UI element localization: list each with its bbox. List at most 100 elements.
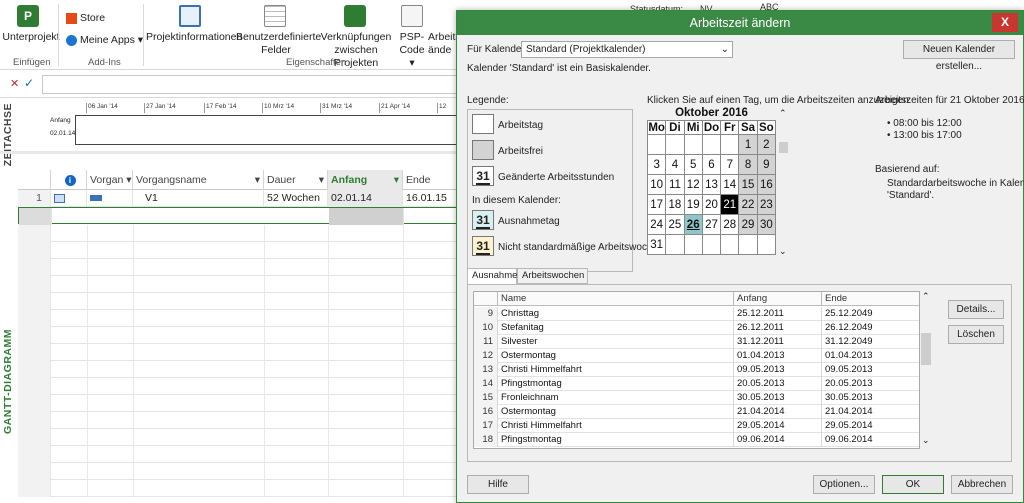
calendar-select[interactable]: Standard (Projektkalender) ⌄ [521,41,733,58]
project-info-button[interactable]: Projektinformationen [146,31,242,44]
calendar-day[interactable]: 22 [738,194,758,215]
exception-name-cell[interactable]: Stefanitag [498,321,734,335]
store-button[interactable]: Store [80,12,105,25]
cancel-entry-icon[interactable]: ✕ [10,77,19,90]
subproject-button[interactable]: Unterprojekt [2,31,60,44]
calendar-day[interactable]: 9 [756,154,777,175]
exception-ende-cell[interactable]: 09.05.2013 [822,363,919,377]
table-row-empty[interactable] [18,412,458,429]
calendar-day[interactable]: 10 [646,174,667,195]
calendar-day[interactable]: 17 [646,194,667,215]
exception-ende-cell[interactable]: 30.05.2013 [822,391,919,405]
calendar-day[interactable]: 27 [701,214,722,235]
calendar-day[interactable]: 16 [756,174,777,195]
calendar-day[interactable]: 3 [646,154,667,175]
task-name-cell[interactable]: V1 [133,190,264,207]
header-task-mode[interactable]: Vorgan ▾ [87,170,133,190]
exception-anfang-cell[interactable]: 31.12.2011 [734,335,822,349]
exception-ende-cell[interactable]: 31.12.2049 [822,335,919,349]
calendar-day[interactable]: 12 [683,174,703,195]
timeline-bar[interactable] [75,115,460,145]
header-start[interactable]: Anfang ▾ [328,170,403,190]
scroll-down-icon[interactable]: ⌄ [922,435,930,446]
calendar-scroll-down-icon[interactable]: ⌄ [779,246,787,257]
ok-button[interactable]: OK [882,475,944,494]
table-row-empty[interactable] [18,463,458,480]
confirm-entry-icon[interactable]: ✓ [24,76,34,90]
exception-anfang-cell[interactable]: 09.05.2013 [734,363,822,377]
exception-name-cell[interactable]: Ostermontag [498,349,734,363]
exception-ende-cell[interactable]: 25.12.2049 [822,307,919,321]
exc-header-end[interactable]: Ende [822,292,919,306]
table-row[interactable]: 1 V1 52 Wochen 02.01.14 16.01.15 [18,190,458,207]
exc-header-start[interactable]: Anfang [734,292,822,306]
calendar-day[interactable]: 28 [720,214,740,235]
table-row-empty[interactable] [18,395,458,412]
table-row-empty[interactable] [18,293,458,310]
calendar-day[interactable]: 1 [738,134,758,155]
help-button[interactable]: Hilfe [467,475,529,494]
table-row-empty[interactable] [18,327,458,344]
calendar-day[interactable]: 30 [756,214,777,235]
exception-row[interactable]: 11 Silvester 31.12.2011 31.12.2049 [474,335,919,349]
exception-name-cell[interactable]: Ostermontag [498,405,734,419]
header-end[interactable]: Ende [403,170,458,190]
my-apps-button[interactable]: Meine Apps ▾ [80,34,143,47]
table-row-empty[interactable] [18,310,458,327]
options-button[interactable]: Optionen... [813,475,875,494]
calendar-day[interactable]: 31 [646,234,667,255]
calendar-day[interactable]: 25 [665,214,685,235]
table-row-empty[interactable] [18,378,458,395]
start-cell[interactable]: 02.01.14 [328,190,403,207]
calendar-day[interactable]: 18 [665,194,685,215]
exception-anfang-cell[interactable]: 01.04.2013 [734,349,822,363]
calendar-day[interactable]: 29 [738,214,758,235]
change-worktime-button[interactable]: Arbeits ände [428,31,461,57]
exception-anfang-cell[interactable]: 20.05.2013 [734,377,822,391]
table-row-empty[interactable] [18,361,458,378]
exception-row[interactable]: 9 Christtag 25.12.2011 25.12.2049 [474,307,919,321]
exception-anfang-cell[interactable]: 25.12.2011 [734,307,822,321]
calendar-day[interactable]: 23 [756,194,777,215]
exception-row[interactable]: 17 Christi Himmelfahrt 29.05.2014 29.05.201… [474,419,919,433]
exception-name-cell[interactable]: Pfingstmontag [498,377,734,391]
calendar-day[interactable]: 5 [683,154,703,175]
header-task-name[interactable]: Vorgangsname ▾ [133,170,264,190]
exceptions-scrollbar[interactable]: ⌃ ⌄ [920,291,932,449]
calendar-day[interactable]: 14 [720,174,740,195]
table-row-empty[interactable] [18,242,458,259]
calendar-scroll-thumb[interactable] [779,142,788,153]
calendar-day[interactable]: 19 [683,194,703,215]
table-row-empty[interactable] [18,225,458,242]
exception-row[interactable]: 13 Christi Himmelfahrt 09.05.2013 09.05.201… [474,363,919,377]
exception-ende-cell[interactable]: 01.04.2013 [822,349,919,363]
calendar-day[interactable]: 15 [738,174,758,195]
calendar-day[interactable]: 13 [701,174,722,195]
table-row-empty[interactable] [18,344,458,361]
exception-row[interactable]: 16 Ostermontag 21.04.2014 21.04.2014 [474,405,919,419]
header-duration[interactable]: Dauer ▾ [264,170,328,190]
scroll-up-icon[interactable]: ⌃ [922,291,930,302]
calendar-day[interactable]: 21 [720,194,740,215]
exception-name-cell[interactable]: Pfingstmontag [498,433,734,447]
tab-exceptions[interactable]: Ausnahmen [467,268,523,285]
calendar-day[interactable]: 26 [683,214,703,235]
header-info[interactable]: i [51,170,87,190]
calendar-day[interactable]: 8 [738,154,758,175]
exception-anfang-cell[interactable]: 30.05.2013 [734,391,822,405]
exception-row[interactable]: 14 Pfingstmontag 20.05.2013 20.05.2013 [474,377,919,391]
custom-fields-button[interactable]: Benutzerdefinierte Felder [236,31,321,57]
calendar-day[interactable]: 6 [701,154,722,175]
exception-ende-cell[interactable]: 26.12.2049 [822,321,919,335]
exception-row[interactable]: 12 Ostermontag 01.04.2013 01.04.2013 [474,349,919,363]
duration-cell[interactable]: 52 Wochen [264,190,328,207]
exception-name-cell[interactable]: Silvester [498,335,734,349]
calendar-day[interactable]: 20 [701,194,722,215]
calendar-day[interactable]: 7 [720,154,740,175]
exception-name-cell[interactable]: Fronleichnam [498,391,734,405]
table-row-empty[interactable] [18,259,458,276]
exception-anfang-cell[interactable]: 09.06.2014 [734,433,822,447]
exception-anfang-cell[interactable]: 21.04.2014 [734,405,822,419]
calendar-day[interactable]: 4 [665,154,685,175]
cancel-button[interactable]: Abbrechen [951,475,1013,494]
